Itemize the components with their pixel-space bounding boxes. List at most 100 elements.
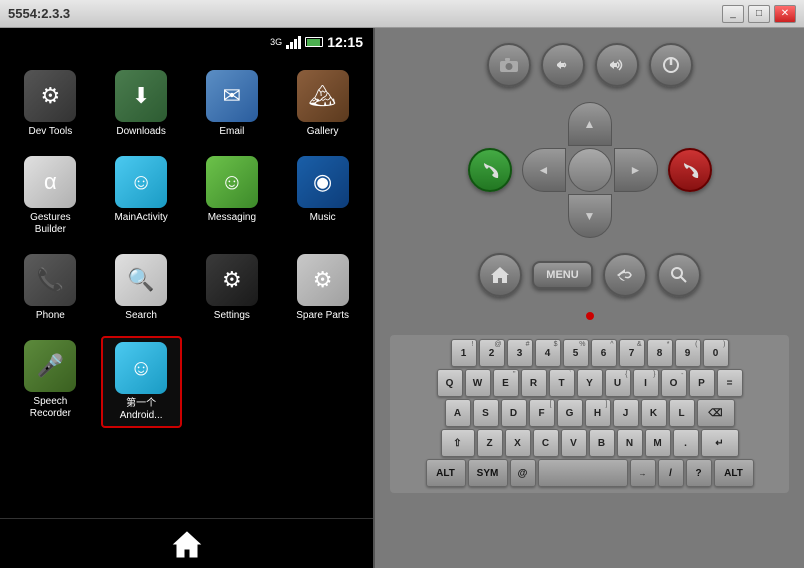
key-3[interactable]: #3: [507, 339, 533, 367]
key-alt-right[interactable]: ALT: [714, 459, 754, 487]
app-item-downloads[interactable]: ⬇Downloads: [101, 66, 182, 142]
dpad-empty-tl: [522, 102, 566, 146]
app-item-gallery[interactable]: 🏔Gallery: [282, 66, 363, 142]
key-a[interactable]: A: [445, 399, 471, 427]
app-icon-music: ◉: [297, 156, 349, 208]
key-w[interactable]: W: [465, 369, 491, 397]
app-item-main-activity[interactable]: ☺MainActivity: [101, 152, 182, 240]
key-equals[interactable]: =: [717, 369, 743, 397]
search-ctrl-button[interactable]: [657, 253, 701, 297]
key-period[interactable]: .: [673, 429, 699, 457]
key-space[interactable]: [538, 459, 628, 487]
key-backspace[interactable]: ⌫: [697, 399, 735, 427]
key-v[interactable]: V: [561, 429, 587, 457]
call-icon: [481, 161, 499, 179]
key-k[interactable]: K: [641, 399, 667, 427]
call-button[interactable]: [468, 148, 512, 192]
key-r[interactable]: R: [521, 369, 547, 397]
app-item-phone[interactable]: 📞Phone: [10, 250, 91, 326]
key-alt-left[interactable]: ALT: [426, 459, 466, 487]
key-4[interactable]: $4: [535, 339, 561, 367]
app-item-music[interactable]: ◉Music: [282, 152, 363, 240]
key-f[interactable]: [F: [529, 399, 555, 427]
key-x[interactable]: X: [505, 429, 531, 457]
key-j[interactable]: J: [613, 399, 639, 427]
key-slash[interactable]: /: [658, 459, 684, 487]
key-s[interactable]: S: [473, 399, 499, 427]
key-p[interactable]: P: [689, 369, 715, 397]
key-z[interactable]: Z: [477, 429, 503, 457]
keyboard-row-asdf: A S D [F G ]H J K L ⌫: [394, 399, 785, 427]
key-l[interactable]: L: [669, 399, 695, 427]
key-sym[interactable]: SYM: [468, 459, 508, 487]
menu-button[interactable]: MENU: [532, 261, 592, 289]
app-item-first-android[interactable]: ☺第一个Android...: [101, 336, 182, 428]
window-controls: _ □ ✕: [722, 5, 796, 23]
key-e[interactable]: "E: [493, 369, 519, 397]
app-item-email[interactable]: ✉Email: [192, 66, 273, 142]
home-icon: [172, 530, 202, 558]
key-g[interactable]: G: [557, 399, 583, 427]
key-2[interactable]: @2: [479, 339, 505, 367]
key-d[interactable]: D: [501, 399, 527, 427]
battery-icon: [305, 37, 323, 47]
back-button[interactable]: [603, 253, 647, 297]
app-item-dev-tools[interactable]: ⚙Dev Tools: [10, 66, 91, 142]
key-arrow-right[interactable]: →: [630, 459, 656, 487]
key-i[interactable]: }I: [633, 369, 659, 397]
volume-up-button[interactable]: [595, 43, 639, 87]
key-7[interactable]: &7: [619, 339, 645, 367]
app-label-spare-parts: Spare Parts: [296, 310, 349, 322]
network-type-icon: 3G: [270, 37, 282, 47]
dpad-right-button[interactable]: ►: [614, 148, 658, 192]
key-6[interactable]: ^6: [591, 339, 617, 367]
key-t[interactable]: `T: [549, 369, 575, 397]
key-9[interactable]: (9: [675, 339, 701, 367]
app-item-speech-recorder[interactable]: 🎤Speech Recorder: [10, 336, 91, 428]
key-5[interactable]: %5: [563, 339, 589, 367]
key-o[interactable]: -O: [661, 369, 687, 397]
dpad-empty-bl: [522, 194, 566, 238]
phone-screen: 3G 12:15 ⚙Dev Tools⬇Downloads✉Email🏔Gall…: [0, 28, 375, 568]
window-title: 5554:2.3.3: [8, 6, 70, 21]
key-m[interactable]: M: [645, 429, 671, 457]
keyboard-row-bottom: ALT SYM @ → / ? ALT: [394, 459, 785, 487]
home-button[interactable]: [167, 526, 207, 561]
key-n[interactable]: N: [617, 429, 643, 457]
key-8[interactable]: *8: [647, 339, 673, 367]
dpad-left-button[interactable]: ◄: [522, 148, 566, 192]
key-c[interactable]: C: [533, 429, 559, 457]
dpad-center-button[interactable]: [568, 148, 612, 192]
key-enter[interactable]: ↵: [701, 429, 739, 457]
app-icon-spare-parts: ⚙: [297, 254, 349, 306]
key-b[interactable]: B: [589, 429, 615, 457]
key-u[interactable]: {U: [605, 369, 631, 397]
camera-button[interactable]: [487, 43, 531, 87]
power-button[interactable]: [649, 43, 693, 87]
volume-down-button[interactable]: [541, 43, 585, 87]
app-item-settings[interactable]: ⚙Settings: [192, 250, 273, 326]
maximize-button[interactable]: □: [748, 5, 770, 23]
app-icon-settings: ⚙: [206, 254, 258, 306]
dpad-down-button[interactable]: ▼: [568, 194, 612, 238]
key-1[interactable]: !1: [451, 339, 477, 367]
key-shift[interactable]: ⇧: [441, 429, 475, 457]
keyboard-row-numbers: !1 @2 #3 $4 %5 ^6 &7 *8 (9 )0: [394, 339, 785, 367]
app-item-spare-parts[interactable]: ⚙ Spare Parts: [282, 250, 363, 326]
app-label-dev-tools: Dev Tools: [29, 126, 73, 138]
app-item-messaging[interactable]: ☺Messaging: [192, 152, 273, 240]
key-question[interactable]: ?: [686, 459, 712, 487]
keyboard: !1 @2 #3 $4 %5 ^6 &7 *8 (9 )0 Q W "E R `…: [390, 335, 789, 493]
minimize-button[interactable]: _: [722, 5, 744, 23]
dpad-up-button[interactable]: ▲: [568, 102, 612, 146]
key-h[interactable]: ]H: [585, 399, 611, 427]
key-y[interactable]: Y: [577, 369, 603, 397]
key-at[interactable]: @: [510, 459, 536, 487]
key-q[interactable]: Q: [437, 369, 463, 397]
android-home-button[interactable]: [478, 253, 522, 297]
end-call-button[interactable]: [668, 148, 712, 192]
close-button[interactable]: ✕: [774, 5, 796, 23]
key-0[interactable]: )0: [703, 339, 729, 367]
app-item-search[interactable]: 🔍Search: [101, 250, 182, 326]
app-item-gestures-builder[interactable]: αGestures Builder: [10, 152, 91, 240]
